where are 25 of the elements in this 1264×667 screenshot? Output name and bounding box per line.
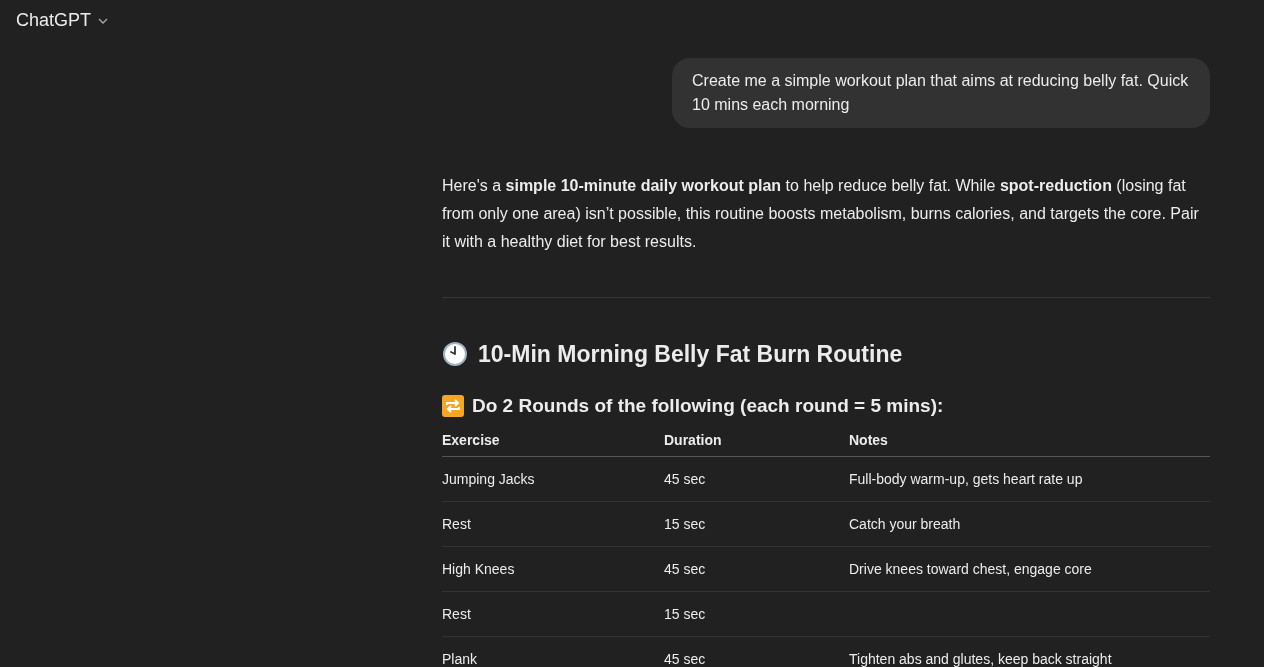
reply-paragraph: Here's a simple 10-minute daily workout plan to help reduce belly fat. While spot-reduction (losing fat from only one area) isn’t possible, this routine boosts metabolism, burns calories, and targets the core. Pair it with a healthy diet for best results. (442, 176, 1200, 252)
user-message: Create me a simple workout plan that aims at reducing belly fat. Quick 10 mins each morning (672, 58, 1210, 128)
column-header: Notes (849, 424, 1210, 457)
section-heading: 10-Min Morning Belly Fat Burn Routine (478, 340, 903, 369)
table-cell: 15 sec (664, 606, 706, 622)
app-title[interactable]: ChatGPT (16, 9, 92, 31)
table-cell: Plank (442, 651, 478, 667)
chevron-down-icon[interactable] (98, 18, 109, 24)
table-cell: Catch your breath (849, 516, 961, 532)
table-cell: Tighten abs and glutes, keep back straight (849, 651, 1112, 667)
clock-icon (442, 341, 468, 367)
repeat-icon (442, 395, 464, 417)
table-cell: 15 sec (664, 516, 706, 532)
column-header: Exercise (442, 424, 664, 457)
subheading: Do 2 Rounds of the following (each round = 5 mins): (472, 394, 944, 418)
table-cell: Rest (442, 606, 471, 622)
table-cell: 45 sec (664, 471, 706, 487)
table-cell: 45 sec (664, 561, 706, 577)
column-header: Duration (664, 424, 849, 457)
table-cell: Full-body warm-up, gets heart rate up (849, 471, 1083, 487)
table-cell: Drive knees toward chest, engage core (849, 561, 1092, 577)
table-cell: High Knees (442, 561, 515, 577)
table-cell: Rest (442, 516, 471, 532)
table-cell: Jumping Jacks (442, 471, 535, 487)
table-cell: 45 sec (664, 651, 706, 667)
